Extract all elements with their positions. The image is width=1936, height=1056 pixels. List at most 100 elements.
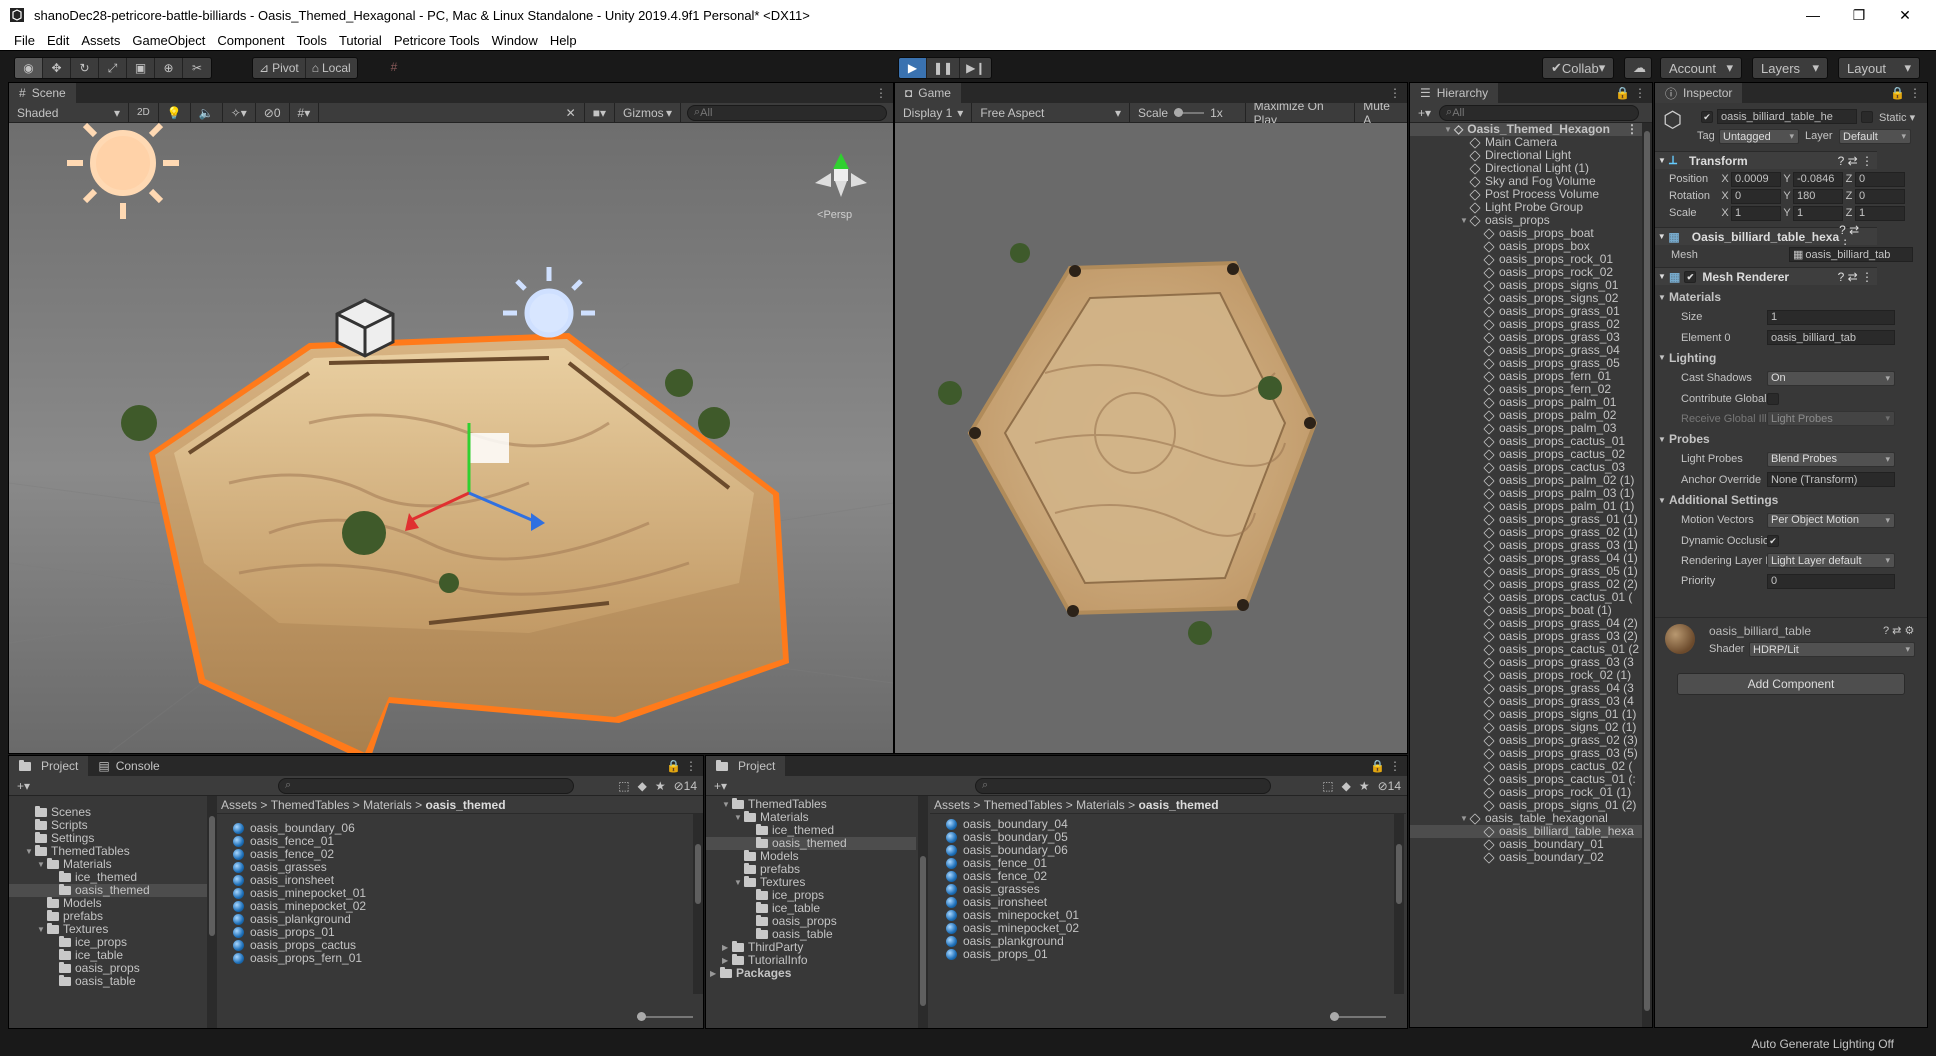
- scrollbar-thumb[interactable]: [920, 856, 926, 1006]
- active-checkbox[interactable]: ✔: [1701, 111, 1713, 123]
- scale-slider[interactable]: Scale 1x: [1130, 102, 1246, 123]
- tools-icon[interactable]: ✕: [558, 102, 585, 123]
- filter-label-icon[interactable]: ◆: [1342, 779, 1351, 793]
- component-menu-icon[interactable]: ? ⇄ ⋮: [1838, 154, 1877, 168]
- property-value[interactable]: Per Object Motion: [1767, 512, 1895, 528]
- mesh-field[interactable]: ▦ oasis_billiard_tab: [1789, 247, 1913, 262]
- display-dropdown[interactable]: Display 1 ▾: [895, 102, 973, 123]
- folder-item[interactable]: ▼ ThemedTables: [706, 798, 916, 811]
- property-value[interactable]: Blend Probes: [1767, 451, 1895, 467]
- favorite-star-icon[interactable]: ★: [655, 779, 666, 793]
- breadcrumb-item[interactable]: ThemedTables: [271, 798, 350, 812]
- folder-item[interactable]: oasis_themed: [706, 837, 916, 850]
- menu-tutorial[interactable]: Tutorial: [333, 33, 388, 48]
- hidden-count-toggle[interactable]: ⊘14: [1378, 779, 1401, 793]
- file-list-scrollbar[interactable]: [693, 814, 703, 994]
- filter-label-icon[interactable]: ◆: [638, 779, 647, 793]
- fold-arrow-icon[interactable]: ▼: [1655, 353, 1669, 362]
- folder-tree-scrollbar[interactable]: [207, 796, 217, 1028]
- folder-item[interactable]: oasis_themed: [9, 884, 209, 897]
- game-viewport[interactable]: [895, 123, 1407, 753]
- more-menu-icon[interactable]: ⋮: [685, 759, 697, 773]
- scene-search-input[interactable]: ⌕ All: [687, 104, 887, 121]
- play-button[interactable]: ▶: [899, 58, 927, 78]
- property-value[interactable]: 0: [1767, 573, 1895, 589]
- fold-arrow-icon[interactable]: ▼: [37, 923, 47, 936]
- mute-audio-toggle[interactable]: Mute A: [1355, 99, 1407, 127]
- maximize-button[interactable]: ❐: [1836, 0, 1882, 30]
- step-button[interactable]: ▶❙: [960, 58, 991, 78]
- more-menu-icon[interactable]: ⋮: [875, 86, 887, 100]
- folder-item[interactable]: prefabs: [706, 863, 916, 876]
- fold-arrow-icon[interactable]: ▼: [1655, 435, 1669, 444]
- favorite-star-icon[interactable]: ★: [1359, 779, 1370, 793]
- cloud-button[interactable]: ☁: [1624, 57, 1652, 79]
- transform-field[interactable]: 180: [1793, 188, 1843, 204]
- renderer-enabled-checkbox[interactable]: ✔: [1684, 270, 1697, 283]
- rotate-tool-icon[interactable]: ↻: [71, 58, 99, 78]
- scrollbar-thumb[interactable]: [209, 816, 215, 936]
- create-dropdown[interactable]: +▾: [1410, 103, 1439, 123]
- thumbnail-size-slider[interactable]: [637, 1012, 693, 1021]
- lock-icon[interactable]: 🔒: [1890, 86, 1905, 100]
- thumbnail-size-slider[interactable]: [1330, 1012, 1386, 1021]
- more-menu-icon[interactable]: ⋮: [1389, 759, 1401, 773]
- scene-viewport[interactable]: <Persp: [9, 107, 893, 753]
- transform-tool-icon[interactable]: ⊕: [155, 58, 183, 78]
- add-component-button[interactable]: Add Component: [1677, 673, 1905, 695]
- transform-field[interactable]: 1: [1855, 205, 1905, 221]
- layout-dropdown[interactable]: Layout ▾: [1838, 57, 1920, 79]
- scrollbar-thumb[interactable]: [695, 844, 701, 904]
- lock-icon[interactable]: 🔒: [1615, 86, 1630, 100]
- static-checkbox[interactable]: [1861, 111, 1873, 123]
- breadcrumb-item[interactable]: ThemedTables: [984, 798, 1063, 812]
- fold-arrow-icon[interactable]: ▼: [734, 811, 744, 824]
- pause-button[interactable]: ❚❚: [927, 58, 961, 78]
- transform-field[interactable]: -0.0846: [1793, 171, 1843, 187]
- grid-snap-icon[interactable]: #: [380, 57, 408, 77]
- menu-assets[interactable]: Assets: [75, 33, 126, 48]
- folder-item[interactable]: Models: [706, 850, 916, 863]
- fold-arrow-icon[interactable]: ▼: [1655, 496, 1669, 505]
- create-dropdown[interactable]: +▾: [9, 776, 38, 796]
- lock-icon[interactable]: 🔒: [1370, 759, 1385, 773]
- folder-item[interactable]: ▶ ThirdParty: [706, 941, 916, 954]
- breadcrumb-item[interactable]: Assets: [934, 798, 970, 812]
- hierarchy-item[interactable]: oasis_boundary_02: [1410, 851, 1642, 864]
- folder-item[interactable]: Scenes: [9, 806, 209, 819]
- lock-icon[interactable]: 🔒: [666, 759, 681, 773]
- collab-dropdown[interactable]: ✔ Collab ▾: [1542, 57, 1614, 79]
- menu-file[interactable]: File: [0, 33, 41, 48]
- tab-console[interactable]: ▤ Console: [88, 756, 169, 776]
- view-tool-eye-icon[interactable]: ◉: [15, 58, 43, 78]
- transform-header[interactable]: ▼ ⟂ Transform ? ⇄ ⋮: [1655, 151, 1877, 169]
- property-value[interactable]: On: [1767, 370, 1895, 386]
- hierarchy-scrollbar[interactable]: [1642, 123, 1652, 1027]
- maximize-on-play-toggle[interactable]: Maximize On Play: [1246, 99, 1356, 127]
- create-dropdown[interactable]: +▾: [706, 776, 735, 796]
- scale-tool-icon[interactable]: ⤢: [99, 58, 127, 78]
- tab-inspector[interactable]: ⓘ Inspector: [1655, 83, 1743, 103]
- gizmos-dropdown[interactable]: Gizmos ▾: [615, 102, 681, 123]
- aspect-dropdown[interactable]: Free Aspect ▾: [972, 102, 1131, 123]
- tab-scene[interactable]: # Scene: [9, 83, 76, 103]
- property-value[interactable]: oasis_billiard_tab: [1767, 330, 1895, 346]
- tag-dropdown[interactable]: Untagged: [1719, 129, 1799, 144]
- folder-item[interactable]: oasis_table: [706, 928, 916, 941]
- material-asset[interactable]: oasis_props_fern_01: [229, 952, 689, 965]
- scrollbar-thumb[interactable]: [1644, 131, 1650, 1011]
- property-value[interactable]: Light Layer default: [1767, 553, 1895, 569]
- breadcrumb-current[interactable]: oasis_themed: [1138, 798, 1218, 812]
- breadcrumb-current[interactable]: oasis_themed: [425, 798, 505, 812]
- transform-field[interactable]: 1: [1793, 205, 1843, 221]
- project-search-input[interactable]: ⌕: [278, 777, 575, 794]
- file-list-scrollbar[interactable]: [1394, 814, 1404, 994]
- fold-arrow-icon[interactable]: ▼: [25, 845, 35, 858]
- fold-arrow-icon[interactable]: ▶: [710, 967, 720, 980]
- rect-tool-icon[interactable]: ▣: [127, 58, 155, 78]
- tab-project[interactable]: Project: [706, 756, 786, 776]
- menu-window[interactable]: Window: [486, 33, 544, 48]
- folder-item[interactable]: prefabs: [9, 910, 209, 923]
- effects-toggle-icon[interactable]: ✧▾: [223, 102, 256, 123]
- more-menu-icon[interactable]: ⋮: [1634, 86, 1646, 100]
